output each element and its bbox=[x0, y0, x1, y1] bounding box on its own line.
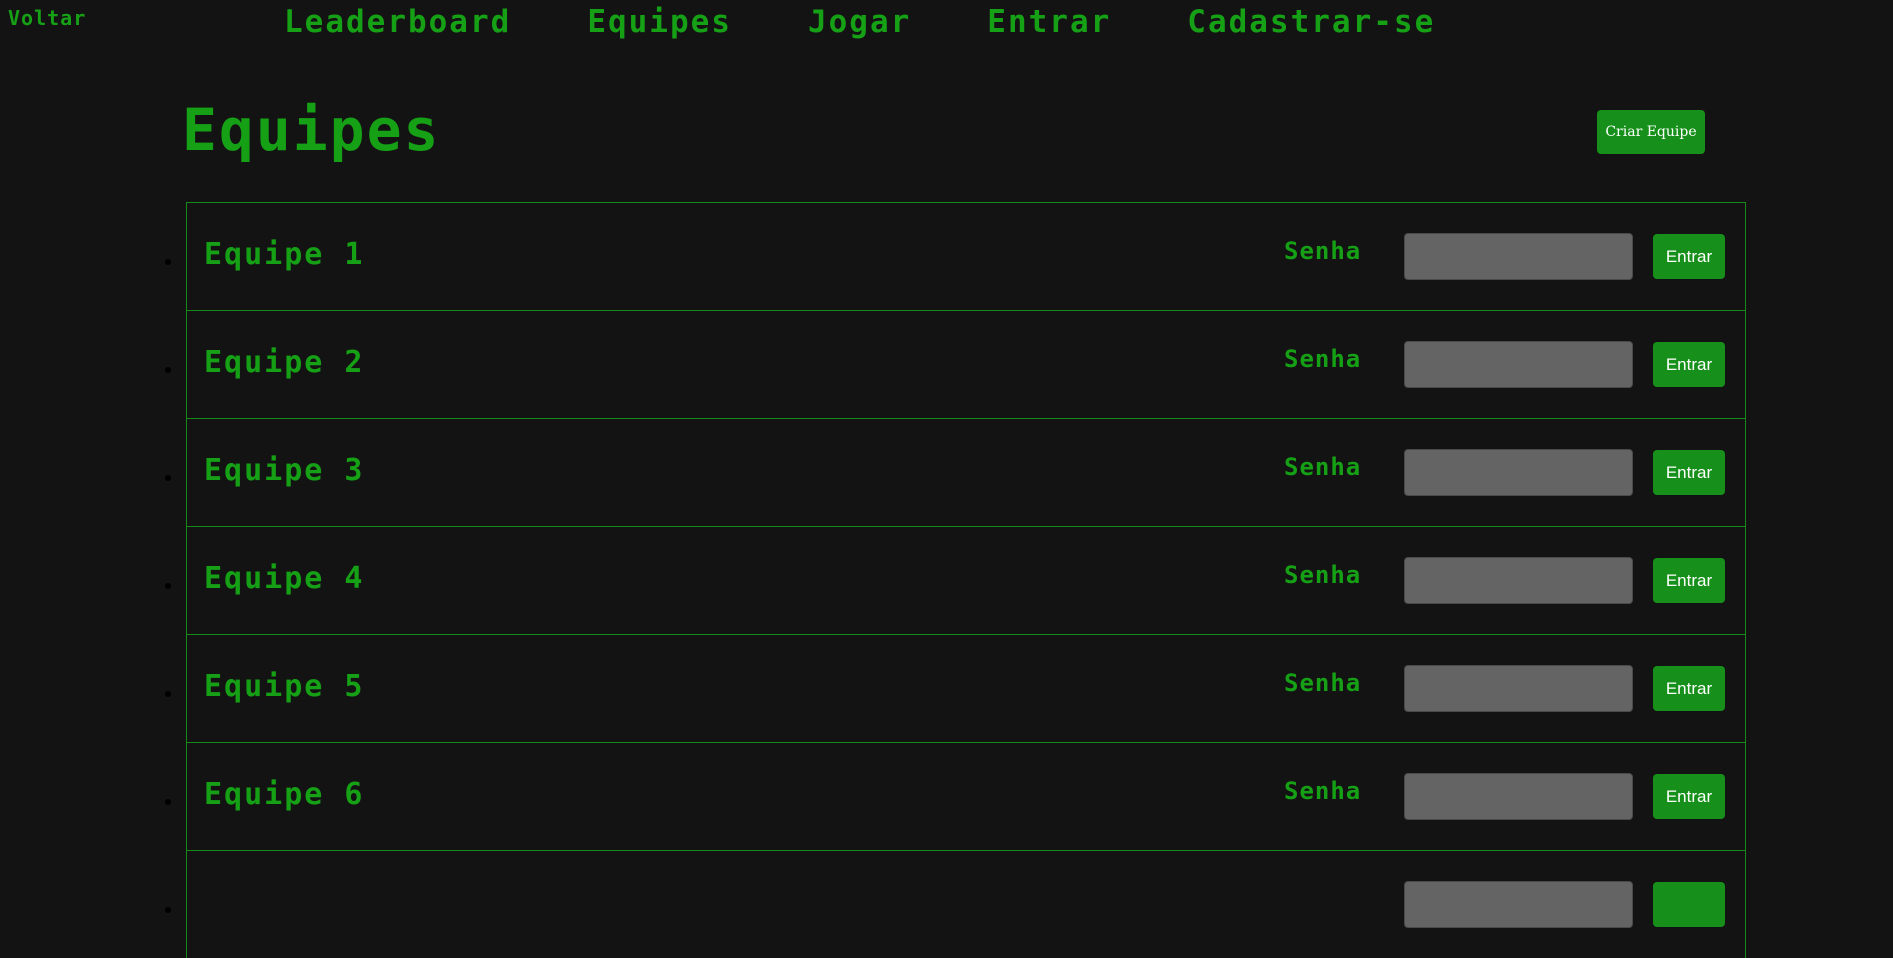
top-nav: Leaderboard Equipes Jogar Entrar Cadastr… bbox=[284, 2, 1511, 42]
team-row: Equipe 2 Senha Entrar bbox=[165, 310, 1746, 418]
create-team-button[interactable]: Criar Equipe bbox=[1597, 110, 1705, 154]
list-bullet bbox=[165, 691, 171, 697]
team-row: Equipe 5 Senha Entrar bbox=[165, 634, 1746, 742]
team-row bbox=[165, 850, 1746, 958]
password-input[interactable] bbox=[1404, 449, 1633, 496]
list-bullet bbox=[165, 583, 171, 589]
password-label: Senha bbox=[1284, 669, 1362, 697]
password-label: Senha bbox=[1284, 345, 1362, 373]
team-list: Equipe 1 Senha Entrar Equipe 2 Senha Ent… bbox=[165, 202, 1746, 958]
join-team-button[interactable] bbox=[1653, 882, 1725, 927]
password-label: Senha bbox=[1284, 561, 1362, 589]
join-team-button[interactable]: Entrar bbox=[1653, 666, 1725, 711]
nav-equipes[interactable]: Equipes bbox=[587, 2, 732, 42]
password-label: Senha bbox=[1284, 453, 1362, 481]
join-team-button[interactable]: Entrar bbox=[1653, 558, 1725, 603]
password-input[interactable] bbox=[1404, 233, 1633, 280]
list-bullet bbox=[165, 907, 171, 913]
password-label: Senha bbox=[1284, 777, 1362, 805]
join-team-button[interactable]: Entrar bbox=[1653, 342, 1725, 387]
team-row: Equipe 3 Senha Entrar bbox=[165, 418, 1746, 526]
list-bullet bbox=[165, 367, 171, 373]
team-name: Equipe 2 bbox=[204, 345, 365, 380]
list-bullet bbox=[165, 799, 171, 805]
team-row: Equipe 1 Senha Entrar bbox=[165, 202, 1746, 310]
nav-leaderboard[interactable]: Leaderboard bbox=[284, 2, 511, 42]
password-input[interactable] bbox=[1404, 341, 1633, 388]
team-name: Equipe 4 bbox=[204, 561, 365, 596]
list-bullet bbox=[165, 475, 171, 481]
list-bullet bbox=[165, 259, 171, 265]
password-input[interactable] bbox=[1404, 557, 1633, 604]
password-label: Senha bbox=[1284, 237, 1362, 265]
password-input[interactable] bbox=[1404, 881, 1633, 928]
join-team-button[interactable]: Entrar bbox=[1653, 450, 1725, 495]
join-team-button[interactable]: Entrar bbox=[1653, 774, 1725, 819]
team-name: Equipe 1 bbox=[204, 237, 365, 272]
team-name: Equipe 3 bbox=[204, 453, 365, 488]
team-name: Equipe 6 bbox=[204, 777, 365, 812]
team-row: Equipe 6 Senha Entrar bbox=[165, 742, 1746, 850]
team-name: Equipe 5 bbox=[204, 669, 365, 704]
team-row: Equipe 4 Senha Entrar bbox=[165, 526, 1746, 634]
page-title: Equipes bbox=[182, 96, 441, 164]
join-team-button[interactable]: Entrar bbox=[1653, 234, 1725, 279]
back-link[interactable]: Voltar bbox=[8, 6, 86, 30]
nav-jogar[interactable]: Jogar bbox=[808, 2, 911, 42]
password-input[interactable] bbox=[1404, 665, 1633, 712]
nav-entrar[interactable]: Entrar bbox=[987, 2, 1111, 42]
nav-cadastrar[interactable]: Cadastrar-se bbox=[1187, 2, 1435, 42]
password-input[interactable] bbox=[1404, 773, 1633, 820]
